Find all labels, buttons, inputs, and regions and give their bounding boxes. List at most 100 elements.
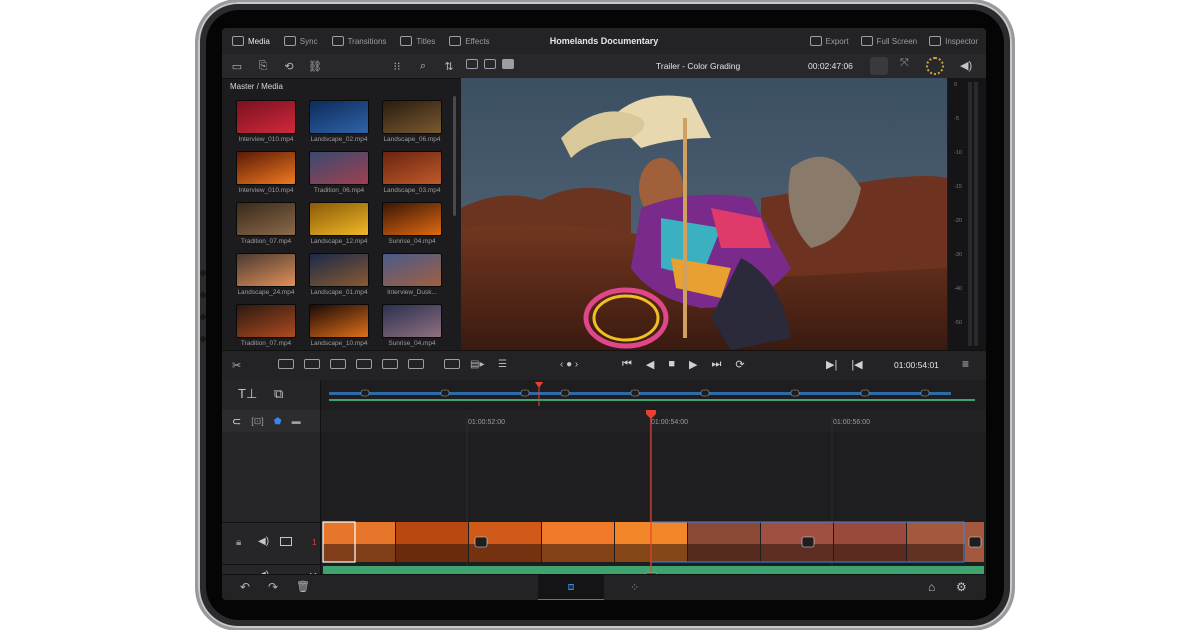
overview-clip-marker xyxy=(630,389,640,397)
import-icon[interactable]: ⎘ xyxy=(252,57,274,75)
insert-icon[interactable] xyxy=(278,359,294,369)
blade-icon[interactable]: ✂ xyxy=(232,359,241,372)
lock-icon[interactable]: 🔒︎ xyxy=(236,537,241,548)
bottom-bar: ↶ ↷ 🗑︎ ⧈ ⁘ ⌂ ⚙ xyxy=(222,574,986,600)
inspector-button[interactable]: Inspector xyxy=(929,36,978,46)
viewer-clip-name[interactable]: Trailer - Color Grading xyxy=(656,61,740,71)
flag-icon[interactable]: ▬ xyxy=(292,416,301,426)
transform-icon[interactable]: ⤧ xyxy=(900,57,918,75)
timeline[interactable]: 01:00:52:00 01:00:54:00 01:00:56:00 xyxy=(321,380,986,590)
overview-playhead-head xyxy=(535,382,543,388)
media-clip[interactable]: Landscape_12.mp4 xyxy=(303,202,375,250)
relink-icon[interactable]: ⟲ xyxy=(278,57,300,75)
replace-icon[interactable] xyxy=(330,359,346,369)
undo-icon[interactable]: ↶ xyxy=(240,580,250,594)
overview-clip-marker xyxy=(520,389,530,397)
clip-name: Interview_Dusk... xyxy=(387,289,437,296)
media-clip[interactable]: Landscape_02.mp4 xyxy=(303,100,375,148)
clip-name: Landscape_24.mp4 xyxy=(237,289,295,296)
skip-to-end-icon[interactable]: ⏭ xyxy=(712,358,722,371)
audio-icon[interactable]: ◀) xyxy=(960,59,972,72)
page-tab-media[interactable]: Media xyxy=(232,36,270,46)
media-clip[interactable]: Tradition_07.mp4 xyxy=(230,304,302,352)
clip-name: Landscape_01.mp4 xyxy=(310,289,368,296)
transitions-icon xyxy=(331,36,344,46)
skip-to-start-icon[interactable]: ⏮ xyxy=(622,358,632,371)
redo-icon[interactable]: ↷ xyxy=(268,580,278,594)
title-tool-icon[interactable]: T⊥ xyxy=(238,386,257,402)
settings-sliders-icon[interactable]: ☰ xyxy=(498,359,507,370)
overwrite-icon[interactable] xyxy=(304,359,320,369)
clip-thumbnail xyxy=(236,202,296,236)
overview-clip-marker xyxy=(700,389,710,397)
page-tab-label: Sync xyxy=(299,36,318,46)
page-tab-label: Titles xyxy=(416,36,436,46)
clip-name: Landscape_06.mp4 xyxy=(383,136,441,143)
reverse-icon[interactable]: ◀ xyxy=(646,358,654,371)
clip-thumbnail xyxy=(382,151,442,185)
home-icon[interactable]: ⌂ xyxy=(928,580,935,594)
fit-to-fill-icon[interactable] xyxy=(356,359,372,369)
clip-thumbnail xyxy=(309,151,369,185)
grid-view-icon[interactable]: ⁝⁝ xyxy=(386,57,408,75)
ripple-icon[interactable] xyxy=(444,359,460,369)
page-tab-label: Media xyxy=(248,36,270,46)
media-pool-scrollbar[interactable] xyxy=(453,96,456,216)
video-viewer[interactable] xyxy=(461,78,947,350)
marker-icon[interactable]: ⬟ xyxy=(274,416,282,427)
meter-bar xyxy=(968,82,972,346)
panel-toggle-icon[interactable]: ▭ xyxy=(226,57,248,75)
search-icon[interactable]: ⌕ xyxy=(412,57,434,75)
snapping-icon[interactable]: ⊂ xyxy=(232,415,241,428)
transform-tool-icon[interactable]: ⧉ xyxy=(274,386,283,402)
viewer-mode-icon[interactable] xyxy=(466,59,478,69)
media-clip[interactable]: Interview_010.mp4 xyxy=(230,100,302,148)
jog-control-icon[interactable]: ‹ ● › xyxy=(560,359,578,370)
place-on-top-icon[interactable] xyxy=(382,359,398,369)
sort-icon[interactable]: ⇅ xyxy=(438,57,460,75)
previous-edit-icon[interactable]: |◀ xyxy=(851,358,862,371)
media-clip[interactable]: Landscape_06.mp4 xyxy=(376,100,448,148)
viewer-timecode: 00:02:47:06 xyxy=(808,61,853,71)
settings-icon[interactable]: ⚙ xyxy=(956,580,967,594)
color-page-icon[interactable]: ⁘ xyxy=(630,581,639,594)
export-button[interactable]: Export xyxy=(809,36,849,46)
menu-icon[interactable]: ≡ xyxy=(962,357,969,371)
media-clip[interactable]: Tradition_06.mp4 xyxy=(303,151,375,199)
color-icon[interactable] xyxy=(870,57,888,75)
append-icon[interactable] xyxy=(408,359,424,369)
monitor-icon[interactable] xyxy=(280,537,292,546)
page-tab-transitions[interactable]: Transitions xyxy=(331,36,386,46)
cut-page-tab[interactable]: ⧈ xyxy=(538,575,604,600)
media-clip[interactable]: Interview_Dusk... xyxy=(376,253,448,301)
clip-name: Landscape_02.mp4 xyxy=(310,136,368,143)
media-clip[interactable]: Landscape_24.mp4 xyxy=(230,253,302,301)
viewer-mode-icon[interactable] xyxy=(484,59,496,69)
audio-icon[interactable]: ◀) xyxy=(258,536,269,547)
media-clip[interactable]: Landscape_10.mp4 xyxy=(303,304,375,352)
delete-icon[interactable]: 🗑︎ xyxy=(296,580,310,593)
next-edit-icon[interactable]: ▶| xyxy=(826,358,837,371)
media-clip[interactable]: Sunrise_04.mp4 xyxy=(376,304,448,352)
ruler-label: 01:00:52:00 xyxy=(468,419,505,426)
color-wheel-icon[interactable] xyxy=(926,57,944,75)
media-clip[interactable]: Interview_010.mp4 xyxy=(230,151,302,199)
stop-icon[interactable]: ■ xyxy=(668,358,675,371)
page-tab-titles[interactable]: Titles xyxy=(400,36,435,46)
media-clip[interactable]: Sunrise_04.mp4 xyxy=(376,202,448,250)
media-clip[interactable]: Tradition_07.mp4 xyxy=(230,202,302,250)
media-clip[interactable]: Landscape_03.mp4 xyxy=(376,151,448,199)
play-icon[interactable]: ▶ xyxy=(689,358,697,371)
full-screen-button[interactable]: Full Screen xyxy=(860,36,917,46)
overview-clip-marker xyxy=(440,389,450,397)
meter-scale-label: -5 xyxy=(954,116,959,122)
loop-icon[interactable]: ⟳ xyxy=(735,358,744,371)
film-icon[interactable] xyxy=(502,59,514,69)
titles-icon xyxy=(400,36,413,46)
media-clip[interactable]: Landscape_01.mp4 xyxy=(303,253,375,301)
link-icon[interactable]: ⛓ xyxy=(304,57,326,75)
page-tab-sync[interactable]: Sync xyxy=(283,36,318,46)
page-tab-effects[interactable]: Effects xyxy=(449,36,490,46)
play-clip-icon[interactable]: ▤▸ xyxy=(470,359,484,370)
linked-selection-icon[interactable]: [⊡] xyxy=(251,416,264,427)
